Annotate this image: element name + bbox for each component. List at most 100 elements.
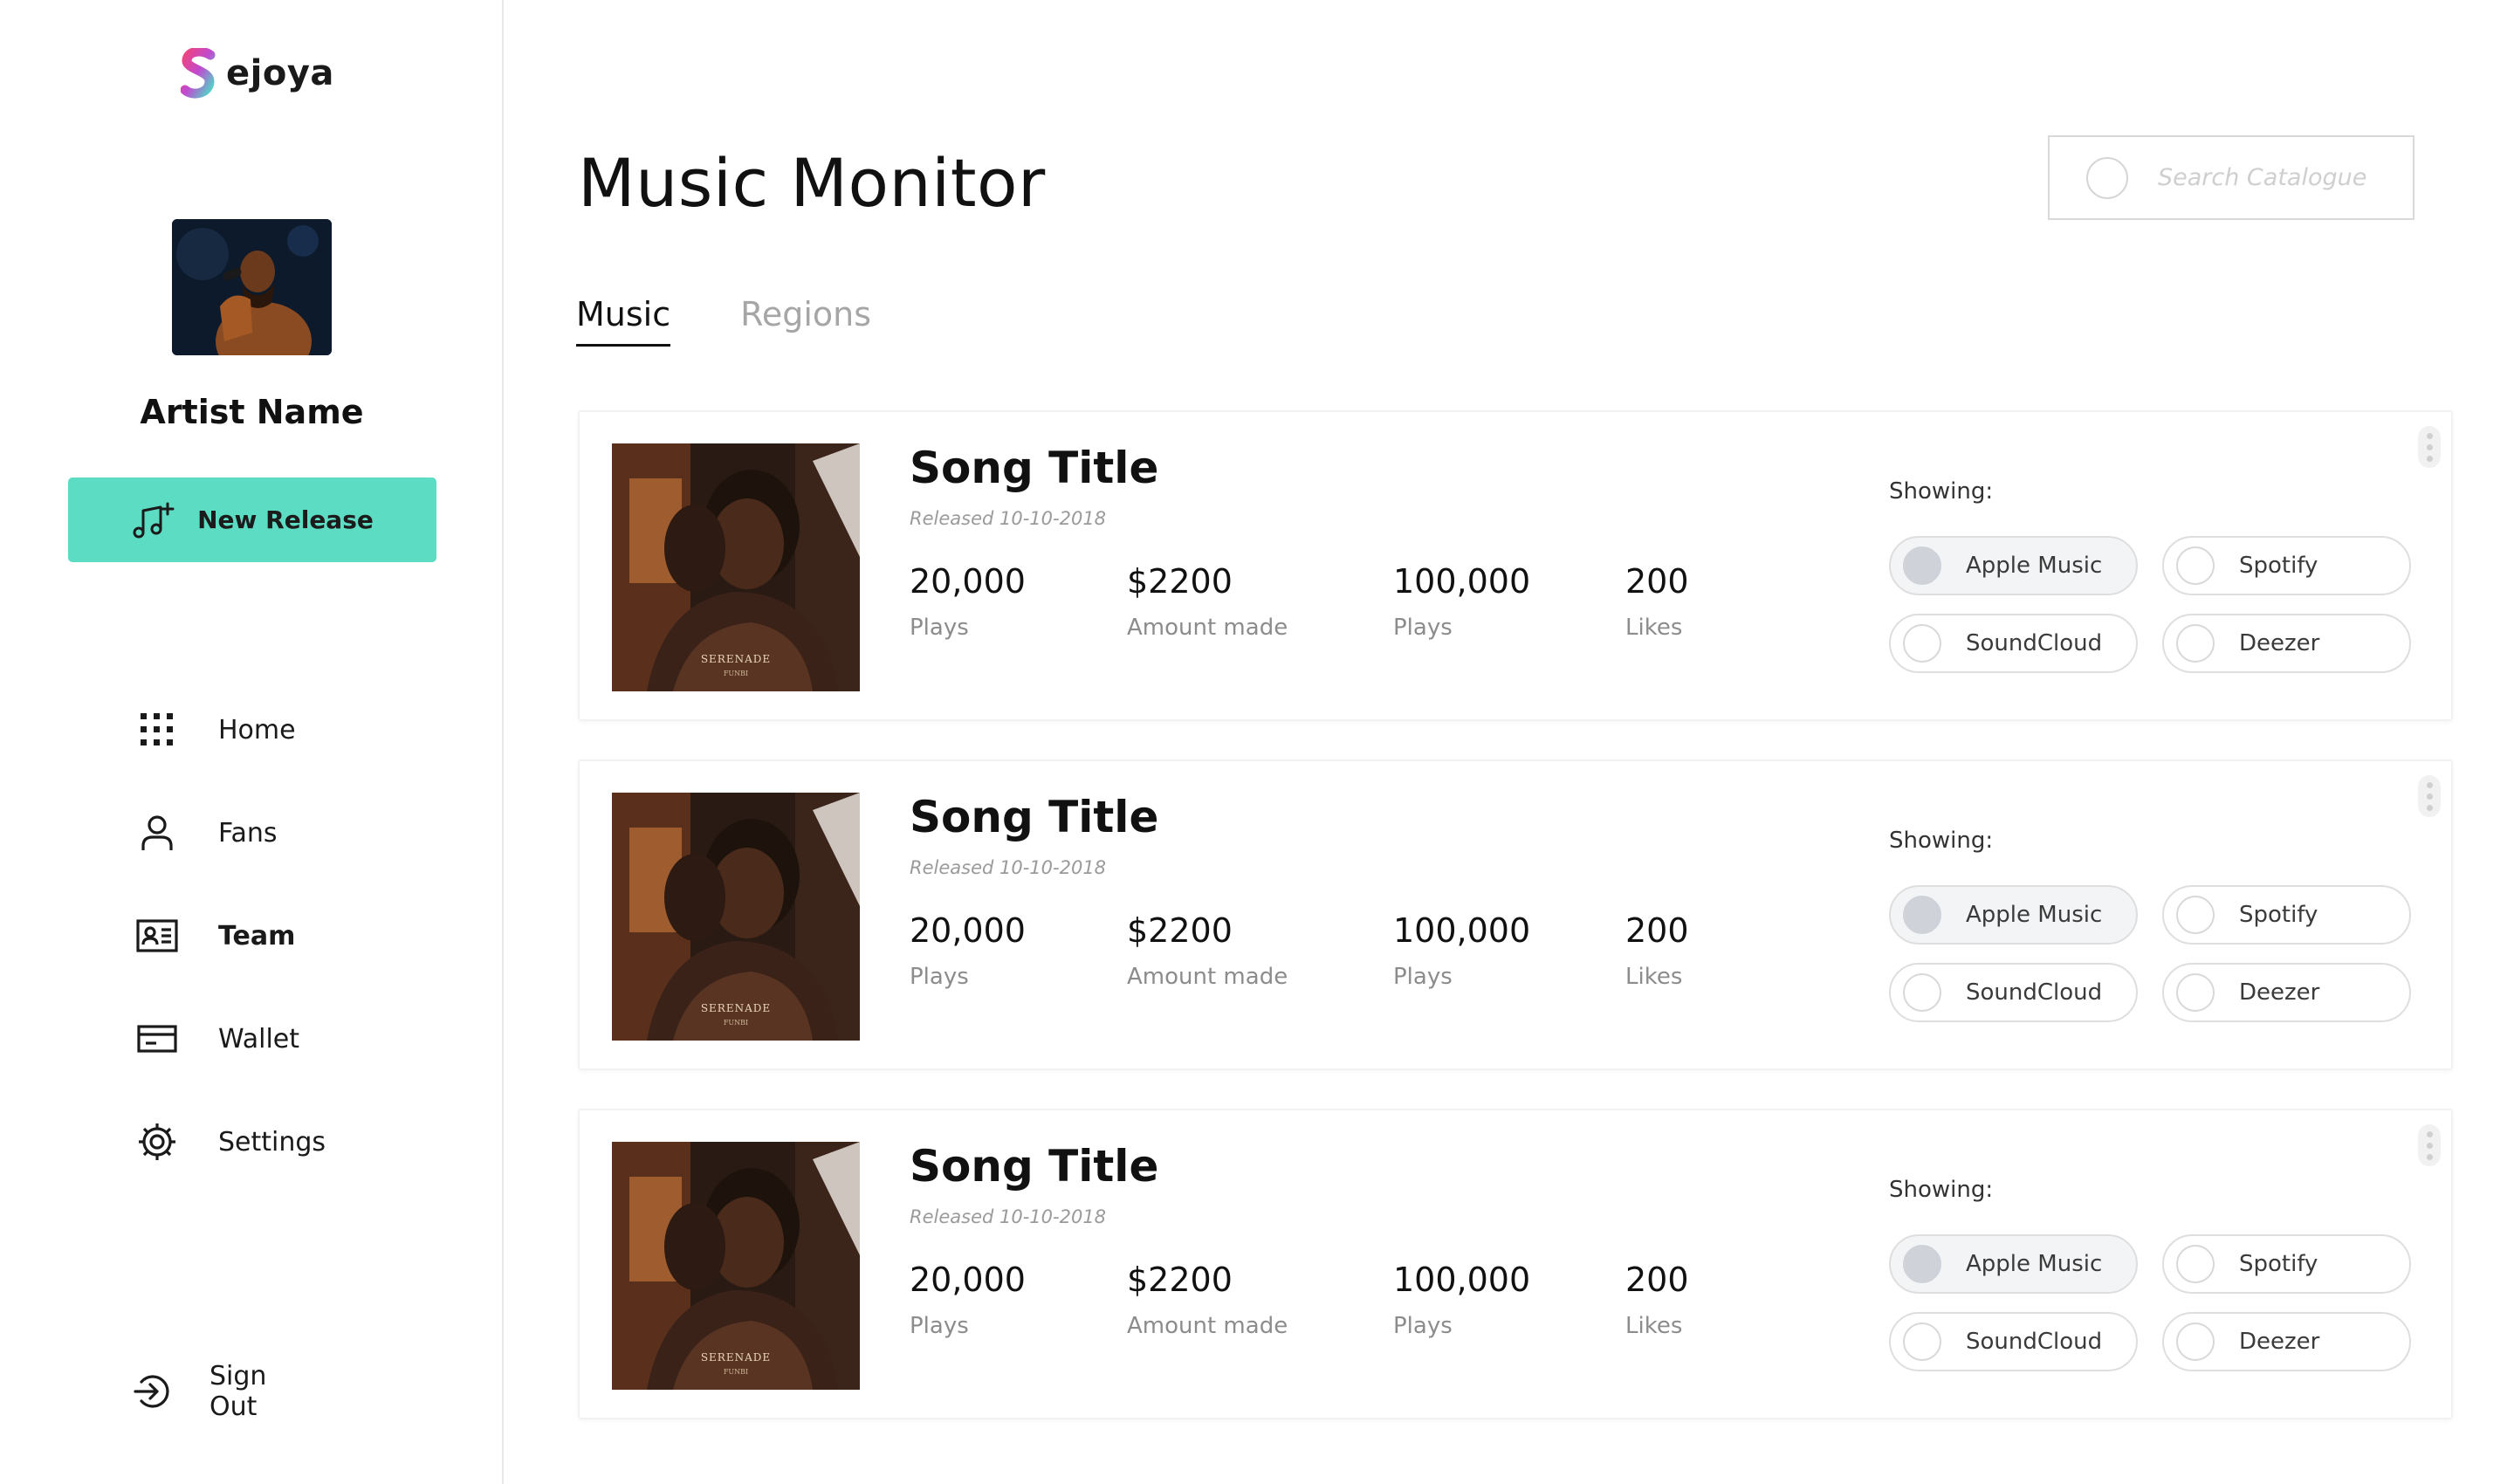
platform-toggle-spotify[interactable]: Spotify [2162, 885, 2411, 945]
stat-value: 100,000 [1393, 911, 1531, 950]
showing-label: Showing: [1889, 478, 1994, 505]
stat-likes: 200 Likes [1625, 911, 1689, 990]
platform-toggle-spotify[interactable]: Spotify [2162, 1234, 2411, 1294]
stat-value: 200 [1625, 562, 1689, 601]
radio-indicator [1903, 1323, 1941, 1361]
stat-likes: 200 Likes [1625, 562, 1689, 641]
platform-toggle-deezer[interactable]: Deezer [2162, 963, 2411, 1022]
stat-label: Amount made [1127, 1313, 1288, 1339]
cover-title: SERENADE [700, 653, 772, 665]
radio-indicator [1903, 896, 1941, 934]
stat-label: Amount made [1127, 615, 1288, 641]
stat-value: $2200 [1127, 1261, 1233, 1299]
stat-plays-total: 100,000 Plays [1393, 562, 1530, 641]
sign-out-icon [131, 1365, 175, 1418]
platform-toggle-soundcloud[interactable]: SoundCloud [1889, 1312, 2138, 1371]
platform-label: Apple Music [1966, 902, 2103, 928]
sidebar-item-wallet[interactable]: Wallet [131, 1013, 299, 1065]
stat-value: $2200 [1127, 562, 1233, 601]
stat-label: Plays [910, 964, 969, 990]
platform-toggle-apple-music[interactable]: Apple Music [1889, 1234, 2138, 1294]
sign-out-label: Sign Out [210, 1361, 267, 1422]
platform-toggle-deezer[interactable]: Deezer [2162, 1312, 2411, 1371]
cover-title: SERENADE [700, 1351, 772, 1364]
stat-label: Plays [1393, 964, 1453, 990]
album-cover[interactable]: SERENADE FUNBI [612, 793, 860, 1041]
radio-indicator [1903, 624, 1941, 663]
cover-subtitle: FUNBI [723, 1019, 749, 1027]
radio-indicator [1903, 546, 1941, 585]
radio-indicator [2176, 546, 2215, 585]
brand-logo[interactable]: ejoya [181, 48, 334, 99]
platform-toggle-apple-music[interactable]: Apple Music [1889, 536, 2138, 595]
sidebar-item-team[interactable]: Team [131, 910, 295, 962]
platform-toggle-apple-music[interactable]: Apple Music [1889, 885, 2138, 945]
radio-indicator [1903, 973, 1941, 1012]
stat-label: Likes [1625, 1313, 1683, 1339]
song-card: SERENADE FUNBI Song Title Released 10-10… [578, 1109, 2453, 1419]
release-date: Released 10-10-2018 [910, 857, 1107, 878]
stat-plays-total: 100,000 Plays [1393, 1261, 1530, 1339]
radio-indicator [1903, 1245, 1941, 1283]
stat-plays: 20,000 Plays [910, 562, 1026, 641]
platform-label: SoundCloud [1966, 979, 2103, 1006]
stat-amount: $2200 Amount made [1127, 562, 1288, 641]
radio-indicator [2176, 1323, 2215, 1361]
platform-label: SoundCloud [1966, 1329, 2103, 1355]
stat-label: Amount made [1127, 964, 1288, 990]
cover-subtitle: FUNBI [723, 1368, 749, 1376]
sidebar-item-fans[interactable]: Fans [131, 807, 278, 859]
album-cover[interactable]: SERENADE FUNBI [612, 1142, 860, 1390]
release-date: Released 10-10-2018 [910, 1206, 1107, 1227]
more-options-icon[interactable] [2418, 426, 2441, 468]
platform-label: Spotify [2239, 553, 2318, 579]
sidebar-item-label: Home [218, 714, 296, 745]
platform-label: Deezer [2239, 979, 2320, 1006]
artist-name: Artist Name [140, 393, 364, 431]
search-box[interactable] [2048, 135, 2414, 220]
cover-title: SERENADE [700, 1002, 772, 1014]
stat-plays: 20,000 Plays [910, 1261, 1026, 1339]
cover-subtitle: FUNBI [723, 670, 749, 677]
stat-value: 200 [1625, 911, 1689, 950]
tab-bar: Music Regions [576, 295, 871, 347]
brand-name: ejoya [226, 53, 334, 93]
search-input[interactable] [2158, 164, 2394, 191]
stat-label: Plays [1393, 615, 1453, 641]
radio-indicator [2176, 896, 2215, 934]
stat-label: Likes [1625, 964, 1683, 990]
radio-indicator [2176, 1245, 2215, 1283]
sidebar-item-label: Wallet [218, 1023, 300, 1055]
new-release-button[interactable]: New Release [68, 477, 436, 562]
tab-music[interactable]: Music [576, 295, 671, 347]
stat-amount: $2200 Amount made [1127, 911, 1288, 990]
music-plus-icon [133, 502, 175, 538]
user-icon [131, 807, 183, 859]
platform-label: Apple Music [1966, 1251, 2103, 1277]
stat-value: 20,000 [910, 1261, 1026, 1299]
platform-label: Deezer [2239, 1329, 2320, 1355]
sidebar-item-settings[interactable]: Settings [131, 1116, 326, 1168]
album-cover[interactable]: SERENADE FUNBI [612, 443, 860, 691]
sign-out-button[interactable]: Sign Out [131, 1361, 275, 1422]
showing-label: Showing: [1889, 828, 1994, 854]
more-options-icon[interactable] [2418, 775, 2441, 817]
stat-value: 20,000 [910, 911, 1026, 950]
stat-label: Plays [910, 615, 969, 641]
more-options-icon[interactable] [2418, 1124, 2441, 1166]
logo-mark-icon [181, 48, 216, 99]
stat-plays-total: 100,000 Plays [1393, 911, 1530, 990]
stat-plays: 20,000 Plays [910, 911, 1026, 990]
stat-value: 200 [1625, 1261, 1689, 1299]
song-card: SERENADE FUNBI Song Title Released 10-10… [578, 410, 2453, 721]
sidebar-item-label: Settings [218, 1126, 326, 1158]
tab-regions[interactable]: Regions [740, 295, 871, 347]
search-icon [2086, 156, 2128, 199]
platform-toggle-soundcloud[interactable]: SoundCloud [1889, 614, 2138, 673]
artist-avatar[interactable] [172, 219, 332, 355]
platform-toggle-soundcloud[interactable]: SoundCloud [1889, 963, 2138, 1022]
platform-toggle-deezer[interactable]: Deezer [2162, 614, 2411, 673]
platform-toggle-spotify[interactable]: Spotify [2162, 536, 2411, 595]
grid-icon [131, 704, 183, 756]
sidebar-item-home[interactable]: Home [131, 704, 296, 756]
